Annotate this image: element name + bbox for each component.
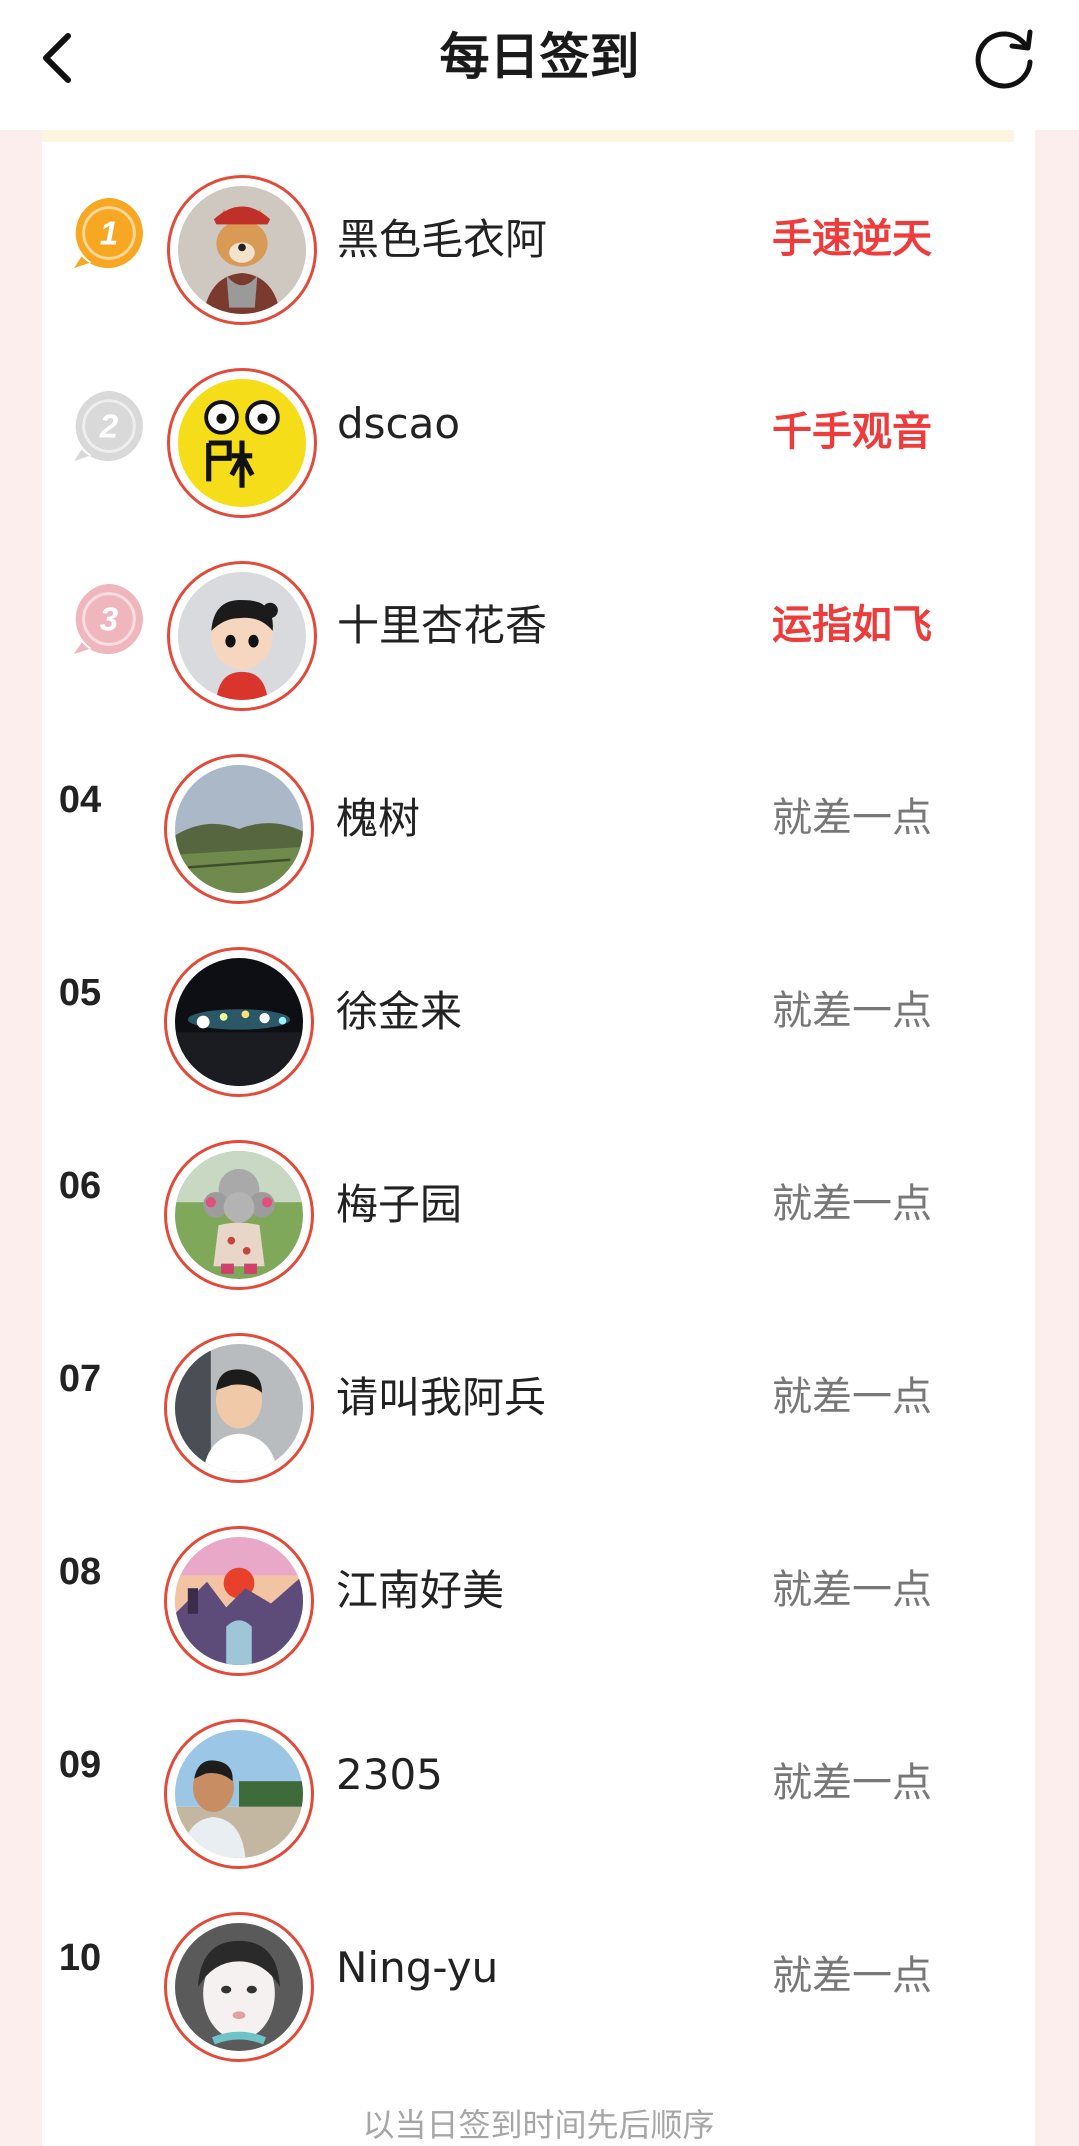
man-outdoor-avatar bbox=[175, 1730, 303, 1858]
sign-in-status: 运指如飞 bbox=[772, 602, 932, 648]
refresh-button[interactable] bbox=[968, 22, 1040, 94]
user-name: 十里杏花香 bbox=[337, 601, 548, 650]
user-avatar[interactable] bbox=[164, 1719, 314, 1869]
user-name: 2305 bbox=[336, 1750, 443, 1799]
ranking-row[interactable]: 2 dscao 千手观音 bbox=[42, 323, 1035, 518]
user-avatar[interactable] bbox=[164, 1140, 314, 1290]
ranking-footer-note: 以当日签到时间先后顺序 bbox=[362, 2106, 715, 2144]
sign-in-status: 千手观音 bbox=[772, 409, 932, 455]
user-avatar[interactable] bbox=[167, 175, 317, 325]
user-name: dscao bbox=[337, 399, 461, 448]
rank-number: 10 bbox=[58, 1937, 102, 1979]
ranking-row[interactable]: 06 梅子园 就差一点 bbox=[42, 1095, 1035, 1290]
ranking-row[interactable]: 10 Ning-yu 就差一点 bbox=[42, 1867, 1035, 2062]
user-avatar[interactable] bbox=[167, 561, 317, 711]
rank-number: 09 bbox=[58, 1744, 102, 1786]
user-name: 请叫我阿兵 bbox=[336, 1373, 547, 1422]
user-name: 梅子园 bbox=[336, 1180, 463, 1229]
user-avatar[interactable] bbox=[164, 1912, 314, 2062]
ranking-panel: 1 黑色毛衣阿 手速逆天 2 dscao 千手观音 3 十里杏花香 运指如飞 04 槐树 就差一点 05… bbox=[42, 130, 1035, 2146]
sign-in-status: 就差一点 bbox=[772, 988, 932, 1034]
cartoon-kid-avatar bbox=[178, 572, 306, 700]
user-name: 黑色毛衣阿 bbox=[337, 215, 548, 264]
app-header: 每日签到 bbox=[0, 0, 1079, 130]
silver-medal-icon: 2 bbox=[70, 387, 148, 465]
svg-text:1: 1 bbox=[100, 216, 118, 253]
cartoon-face-avatar bbox=[178, 379, 306, 507]
ranking-row[interactable]: 1 黑色毛衣阿 手速逆天 bbox=[42, 130, 1035, 325]
sign-in-status: 就差一点 bbox=[772, 1567, 932, 1613]
rank-number: 05 bbox=[58, 972, 102, 1014]
user-avatar[interactable] bbox=[164, 1333, 314, 1483]
poodle-avatar bbox=[175, 1151, 303, 1279]
ranking-row[interactable]: 3 十里杏花香 运指如飞 bbox=[42, 516, 1035, 711]
ranking-row[interactable]: 04 槐树 就差一点 bbox=[42, 709, 1035, 904]
user-name: 徐金来 bbox=[336, 987, 463, 1036]
sign-in-status: 就差一点 bbox=[772, 1374, 932, 1420]
bronze-medal-icon: 3 bbox=[70, 580, 148, 658]
svg-text:3: 3 bbox=[100, 602, 119, 639]
sign-in-status: 就差一点 bbox=[772, 1953, 932, 1999]
ranking-row[interactable]: 05 徐金来 就差一点 bbox=[42, 902, 1035, 1097]
girl-portrait-avatar bbox=[175, 1923, 303, 2051]
page-title: 每日签到 bbox=[439, 28, 640, 86]
sunset-painting-avatar bbox=[175, 1537, 303, 1665]
shiba-dog-avatar bbox=[178, 186, 306, 314]
rank-number: 07 bbox=[58, 1358, 102, 1400]
night-lights-avatar bbox=[175, 958, 303, 1086]
refresh-icon bbox=[975, 29, 1033, 89]
user-avatar[interactable] bbox=[164, 754, 314, 904]
ranking-row[interactable]: 08 江南好美 就差一点 bbox=[42, 1481, 1035, 1676]
sign-in-status: 就差一点 bbox=[772, 1181, 932, 1227]
user-avatar[interactable] bbox=[167, 368, 317, 518]
rank-number: 04 bbox=[58, 779, 102, 821]
user-name: 江南好美 bbox=[336, 1566, 505, 1615]
user-name: Ning-yu bbox=[336, 1943, 499, 1992]
user-avatar[interactable] bbox=[164, 947, 314, 1097]
rank-number: 08 bbox=[58, 1551, 102, 1593]
sign-in-status: 就差一点 bbox=[772, 1760, 932, 1806]
user-avatar[interactable] bbox=[164, 1526, 314, 1676]
sign-in-status: 就差一点 bbox=[772, 795, 932, 841]
ranking-row[interactable]: 07 请叫我阿兵 就差一点 bbox=[42, 1288, 1035, 1483]
landscape-avatar bbox=[175, 765, 303, 893]
svg-text:2: 2 bbox=[99, 409, 119, 446]
man-in-car-avatar bbox=[175, 1344, 303, 1472]
rank-number: 06 bbox=[58, 1165, 102, 1207]
ranking-row[interactable]: 09 2305 就差一点 bbox=[42, 1674, 1035, 1869]
gold-medal-icon: 1 bbox=[70, 194, 148, 272]
sign-in-status: 手速逆天 bbox=[772, 216, 932, 262]
user-name: 槐树 bbox=[336, 794, 421, 843]
